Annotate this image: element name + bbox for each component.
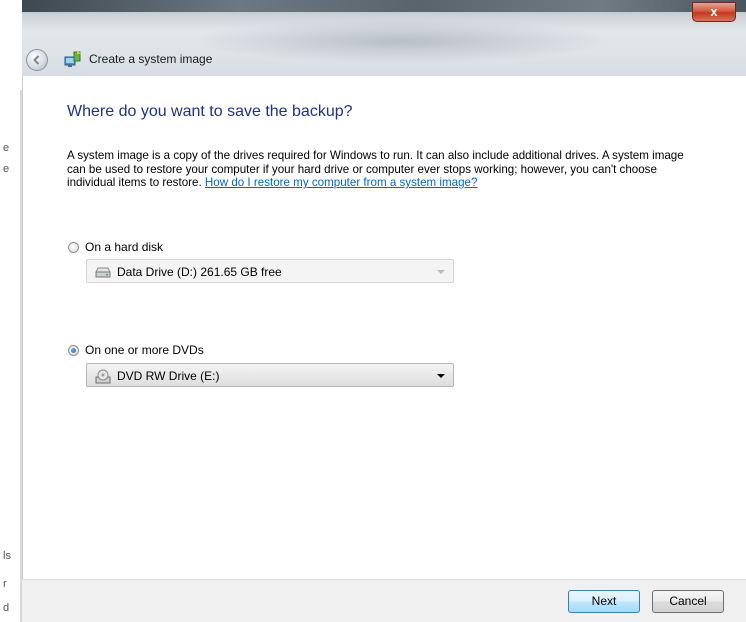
- page-heading: Where do you want to save the backup?: [67, 103, 353, 120]
- dvd-label[interactable]: On one or more DVDs: [85, 343, 204, 357]
- title-bar-glass: [192, 18, 612, 64]
- system-image-backup-icon: [64, 50, 81, 67]
- dvd-drive-select[interactable]: DVD RW Drive (E:): [86, 363, 454, 387]
- close-button[interactable]: x: [692, 2, 736, 22]
- window-title: Create a system image: [89, 52, 213, 66]
- background-text-fragment: e: [3, 163, 10, 175]
- chevron-down-icon: [437, 270, 445, 274]
- dvd-drive-value: DVD RW Drive (E:): [117, 369, 220, 383]
- background-text-fragment: ls: [3, 550, 11, 562]
- background-window-strip: e e ls r d: [0, 0, 22, 622]
- title-bar-top: [22, 0, 746, 12]
- hard-disk-label[interactable]: On a hard disk: [85, 240, 163, 254]
- restore-help-link[interactable]: How do I restore my computer from a syst…: [205, 176, 478, 189]
- hard-disk-drive-value: Data Drive (D:) 261.65 GB free: [117, 265, 282, 279]
- title-bar: x Create a system image: [22, 0, 746, 76]
- back-button[interactable]: [26, 49, 48, 71]
- button-bar: Next Cancel: [22, 579, 746, 622]
- hard-drive-icon: [95, 267, 111, 278]
- background-text-fragment: r: [3, 578, 7, 590]
- back-arrow-icon: [33, 55, 40, 65]
- hard-disk-radio[interactable]: [68, 242, 79, 253]
- next-button[interactable]: Next: [568, 590, 640, 613]
- cancel-button[interactable]: Cancel: [652, 590, 724, 613]
- content-pane: Where do you want to save the backup? A …: [22, 76, 746, 579]
- background-text-fragment: d: [3, 602, 10, 614]
- dvd-drive-icon: [95, 369, 111, 384]
- chevron-down-icon: [437, 374, 445, 378]
- description-text: A system image is a copy of the drives r…: [67, 149, 697, 190]
- dvd-radio[interactable]: [68, 345, 79, 356]
- hard-disk-drive-select[interactable]: Data Drive (D:) 261.65 GB free: [86, 259, 454, 283]
- create-system-image-dialog: x Create a system image Where do you wan…: [22, 0, 746, 622]
- background-text-fragment: e: [3, 142, 10, 154]
